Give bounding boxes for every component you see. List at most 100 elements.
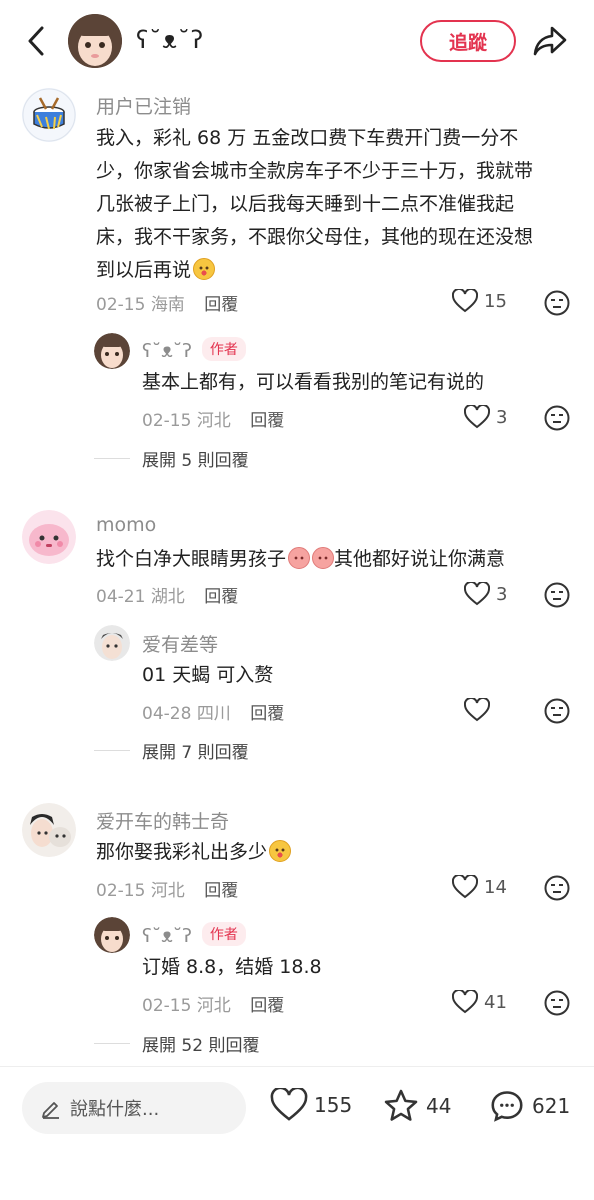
- pencil-icon: [42, 1102, 59, 1119]
- like-count: 14: [484, 876, 507, 898]
- commenter-avatar[interactable]: [22, 803, 76, 857]
- follow-button[interactable]: 追蹤: [420, 20, 516, 62]
- reply-meta: 02-15 河北 回覆: [142, 991, 284, 1016]
- comment-meta: 02-15 海南 回覆: [96, 290, 238, 315]
- post-collect-button[interactable]: 44: [382, 1088, 451, 1124]
- comment-text: 那你娶我彩礼出多少: [96, 836, 292, 869]
- reply-button[interactable]: 回覆: [250, 411, 284, 431]
- reply-date: 04-28: [142, 704, 192, 724]
- like-button[interactable]: 41: [452, 990, 507, 1014]
- author-name[interactable]: ʕ˘ᴥ˘ʔ: [136, 26, 204, 55]
- reply-avatar[interactable]: [94, 917, 130, 953]
- commenter-avatar[interactable]: [22, 510, 76, 564]
- like-count: 3: [496, 406, 508, 428]
- like-count: 15: [484, 290, 507, 312]
- peach-face-icon: [288, 547, 311, 569]
- reply-text: 订婚 8.8，结婚 18.8: [142, 956, 322, 978]
- comment-date: 04-21: [96, 587, 146, 607]
- post-like-button[interactable]: 155: [270, 1088, 352, 1122]
- expand-replies-button[interactable]: 展開 52 則回覆: [94, 1031, 259, 1056]
- expand-replies-button[interactable]: 展開 7 則回覆: [94, 738, 249, 763]
- reply-name: ʕ˘ᴥ˘ʔ: [142, 340, 192, 362]
- comment-meta: 04-21 湖北 回覆: [96, 582, 238, 607]
- author-avatar[interactable]: [68, 14, 122, 68]
- reply-author-name[interactable]: ʕ˘ᴥ˘ʔ 作者: [142, 337, 246, 363]
- comment-line: 我入，彩礼 68 万 五金改口费下车费开门费一分不: [96, 127, 519, 149]
- heart-icon: [464, 405, 490, 429]
- heart-icon: [464, 582, 490, 606]
- like-button[interactable]: 3: [464, 405, 507, 429]
- reply-button[interactable]: 回覆: [204, 881, 238, 901]
- star-icon: [384, 1089, 418, 1121]
- comment-line: 到以后再说: [96, 259, 192, 281]
- comment-date: 02-15: [96, 881, 146, 901]
- back-arrow-icon[interactable]: [22, 24, 52, 58]
- comment-location: 湖北: [150, 587, 185, 607]
- reply-meta: 02-15 河北 回覆: [142, 406, 284, 431]
- reply-button[interactable]: 回覆: [204, 587, 238, 607]
- comment-meta: 02-15 河北 回覆: [96, 876, 238, 901]
- comment-bubble-icon: [491, 1091, 523, 1122]
- reply-name: ʕ˘ᴥ˘ʔ: [142, 925, 192, 947]
- post-star-count: 44: [426, 1094, 452, 1118]
- emoji-icon: [269, 840, 292, 862]
- like-button[interactable]: [464, 698, 496, 722]
- dislike-face-icon[interactable]: [544, 990, 570, 1016]
- dislike-face-icon[interactable]: [544, 405, 570, 431]
- comment-line: 床，我不干家务，不跟你父母住，其他的现在还没想: [96, 226, 534, 248]
- heart-icon: [464, 698, 490, 722]
- reply-location: 四川: [196, 704, 231, 724]
- expand-replies-button[interactable]: 展開 5 則回覆: [94, 446, 249, 471]
- reply-text: 01 天蝎 可入赘: [142, 664, 274, 686]
- dislike-face-icon[interactable]: [544, 582, 570, 608]
- like-button[interactable]: 15: [452, 289, 507, 313]
- reply-name[interactable]: 爱有差等: [142, 630, 218, 657]
- commenter-name[interactable]: 爱开车的韩士奇: [96, 807, 229, 834]
- like-count: 41: [484, 991, 507, 1013]
- like-count: 3: [496, 583, 508, 605]
- reply-button[interactable]: 回覆: [250, 704, 284, 724]
- comment-date: 02-15: [96, 295, 146, 315]
- comment-location: 海南: [150, 295, 185, 315]
- reply-avatar[interactable]: [94, 625, 130, 661]
- comment-location: 河北: [150, 881, 185, 901]
- reply-meta: 04-28 四川 回覆: [142, 699, 284, 724]
- dislike-face-icon[interactable]: [544, 875, 570, 901]
- comment-line: 几张被子上门，以后我每天睡到十二点不准催我起: [96, 193, 515, 215]
- dislike-face-icon[interactable]: [544, 698, 570, 724]
- reply-button[interactable]: 回覆: [204, 295, 238, 315]
- comment-text: 找个白净大眼睛男孩子 其他都好说让你满意: [96, 543, 505, 576]
- reply-avatar[interactable]: [94, 333, 130, 369]
- drum-icon: [22, 88, 76, 142]
- dislike-face-icon[interactable]: [544, 290, 570, 316]
- comment-text: 我入，彩礼 68 万 五金改口费下车费开门费一分不 少，你家省会城市全款房车子不…: [96, 122, 566, 287]
- input-placeholder: 說點什麼...: [70, 1099, 160, 1120]
- bottom-divider: [0, 1066, 594, 1067]
- heart-icon: [270, 1088, 308, 1121]
- commenter-avatar[interactable]: [22, 88, 76, 142]
- like-button[interactable]: 14: [452, 875, 507, 899]
- emoji-icon: [193, 258, 216, 280]
- reply-button[interactable]: 回覆: [250, 996, 284, 1016]
- top-bar: ʕ˘ᴥ˘ʔ 追蹤: [0, 0, 594, 84]
- heart-icon: [452, 990, 478, 1014]
- post-like-count: 155: [314, 1093, 353, 1117]
- author-badge: 作者: [201, 922, 246, 946]
- post-comment-button[interactable]: 621: [488, 1088, 570, 1124]
- peach-face-icon: [312, 547, 335, 569]
- reply-location: 河北: [196, 411, 231, 431]
- commenter-name[interactable]: momo: [96, 514, 156, 536]
- comment-input[interactable]: 說點什麼...: [22, 1082, 246, 1134]
- reply-date: 02-15: [142, 411, 192, 431]
- like-button[interactable]: 3: [464, 582, 507, 606]
- comment-line: 少，你家省会城市全款房车子不少于三十万，我就带: [96, 160, 534, 182]
- comment-text-part: 其他都好说让你满意: [334, 548, 506, 570]
- heart-icon: [452, 289, 478, 313]
- reply-author-name[interactable]: ʕ˘ᴥ˘ʔ 作者: [142, 922, 246, 948]
- share-icon[interactable]: [532, 24, 568, 58]
- commenter-name[interactable]: 用户已注销: [96, 92, 191, 119]
- post-comment-count: 621: [532, 1094, 571, 1118]
- author-badge: 作者: [201, 337, 246, 361]
- comment-text-part: 那你娶我彩礼出多少: [96, 841, 268, 863]
- reply-location: 河北: [196, 996, 231, 1016]
